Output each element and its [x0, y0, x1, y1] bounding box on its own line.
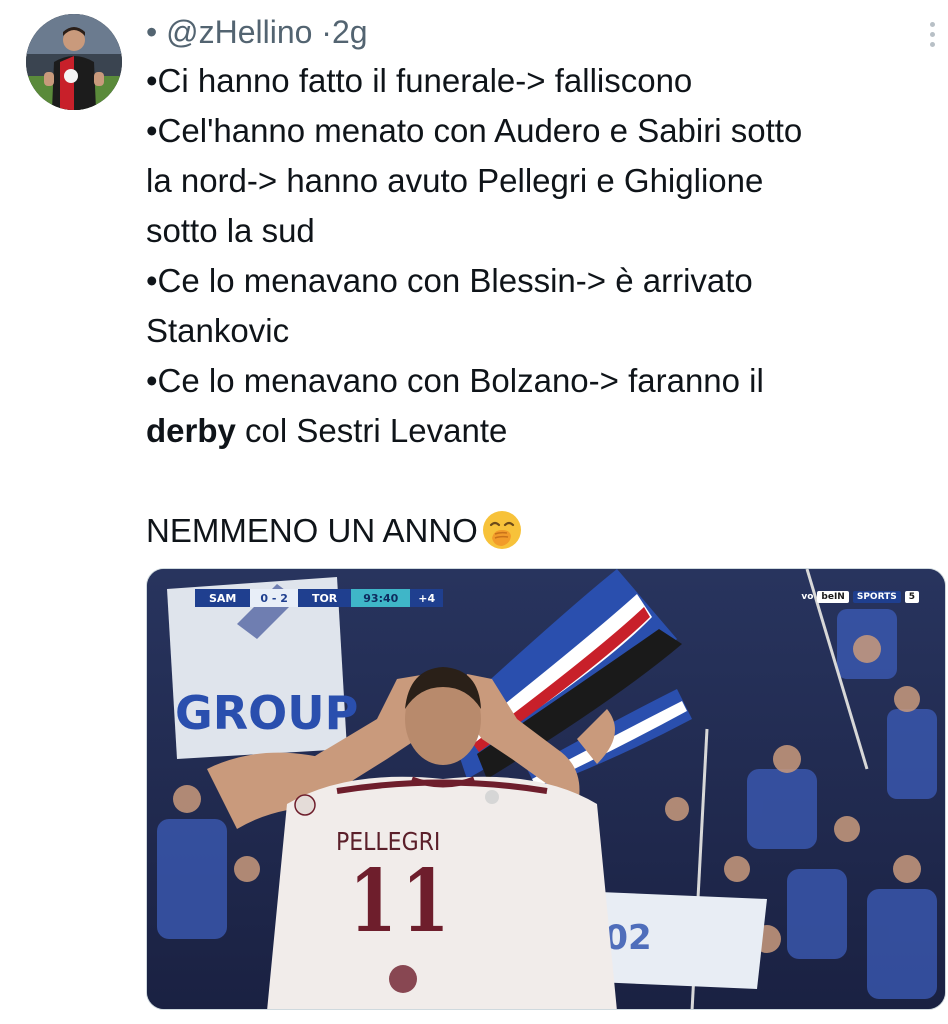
face-with-hand-over-mouth-emoji: [482, 511, 521, 549]
broadcaster-prefix: vo: [801, 592, 814, 602]
tweet-closing: NEMMENO UN ANNO: [146, 506, 936, 556]
paragraph-break: [146, 456, 936, 506]
match-photo: GROUP 1902: [147, 569, 945, 1009]
shirt-player-number: 11: [349, 851, 455, 952]
broadcaster-logo: vo beIN SPORTS 5: [801, 591, 919, 603]
broadcaster-brand: beIN: [817, 591, 849, 603]
more-options-icon[interactable]: [922, 14, 942, 54]
tweet-line: derby col Sestri Levante: [146, 406, 936, 456]
bold-word: derby: [146, 412, 236, 449]
tweet-media-image[interactable]: GROUP 1902 SAM 0 - 2 TOR 93:40 +4 vo beI…: [146, 568, 946, 1010]
tweet-header: • @zHellino ·2g: [146, 12, 368, 52]
author-bullet: •: [146, 14, 158, 50]
broadcaster-channel: SPORTS: [852, 591, 901, 603]
away-team: TOR: [297, 589, 352, 607]
more-dot: [929, 41, 935, 47]
tweet-line: •Ce lo menavano con Bolzano-> faranno il: [146, 362, 764, 399]
tweet-line: la nord-> hanno avuto Pellegri e Ghiglio…: [146, 162, 764, 199]
tweet-line: sotto la sud: [146, 212, 315, 249]
match-clock: 93:40: [351, 589, 411, 607]
tweet-text: •Ci hanno fatto il funerale-> falliscono…: [146, 56, 936, 556]
tweet-line: •Ce lo menavano con Blessin-> è arrivato: [146, 262, 753, 299]
broadcaster-number: 5: [904, 591, 919, 603]
author-handle[interactable]: @zHellino: [166, 14, 312, 50]
home-team: SAM: [195, 589, 251, 607]
match-score: 0 - 2: [250, 589, 298, 607]
profile-avatar[interactable]: [26, 14, 122, 110]
tweet-line: •Ci hanno fatto il funerale-> falliscono: [146, 62, 693, 99]
avatar-image: [26, 14, 122, 110]
more-dot: [929, 21, 935, 27]
tweet-timestamp[interactable]: 2g: [332, 14, 368, 50]
banner-text: GROUP: [175, 686, 358, 740]
added-time: +4: [410, 589, 444, 607]
tweet-line: •Cel'hanno menato con Audero e Sabiri so…: [146, 112, 803, 149]
header-separator: ·: [321, 14, 332, 50]
more-dot: [929, 31, 935, 37]
closing-text: NEMMENO UN ANNO: [146, 512, 478, 549]
tweet-line-rest: col Sestri Levante: [235, 412, 508, 449]
tweet-line: Stankovic: [146, 312, 290, 349]
scorebug: SAM 0 - 2 TOR 93:40 +4: [195, 589, 444, 607]
